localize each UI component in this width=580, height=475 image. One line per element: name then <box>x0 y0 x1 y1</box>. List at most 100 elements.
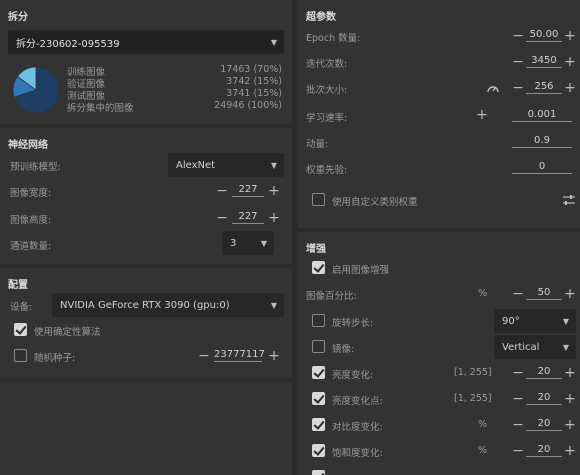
saturation-label: 饱和度变化: <box>332 448 383 459</box>
contrast-increment[interactable]: + <box>564 418 576 432</box>
brightness-point-increment[interactable]: + <box>564 392 576 406</box>
image-percent-label: 图像百分比: <box>306 291 357 302</box>
brightness-increment[interactable]: + <box>564 366 576 380</box>
momentum-label: 动量: <box>306 139 329 150</box>
image-height-input[interactable]: 227 <box>232 211 264 224</box>
iterations-label: 迭代次数: <box>306 59 348 70</box>
legend-value-val: 3742 (15%) <box>226 76 282 87</box>
speedometer-icon[interactable] <box>486 82 500 94</box>
image-percent-decrement[interactable]: − <box>512 287 524 301</box>
sliders-icon[interactable] <box>562 194 576 206</box>
image-percent-increment[interactable]: + <box>564 287 576 301</box>
split-panel-title: 拆分 <box>8 12 28 23</box>
epoch-input[interactable]: 50.00 <box>526 29 562 42</box>
random-seed-increment[interactable]: + <box>268 349 280 363</box>
image-width-increment[interactable]: + <box>268 184 280 198</box>
network-panel-title: 神经网络 <box>8 140 48 151</box>
brightness-point-checkbox[interactable] <box>312 392 325 405</box>
chevron-down-icon: ▼ <box>562 316 570 326</box>
batch-size-increment[interactable]: + <box>564 81 576 95</box>
brightness-input[interactable]: 20 <box>526 366 562 379</box>
custom-class-weight-checkbox[interactable] <box>312 193 325 206</box>
deterministic-checkbox[interactable] <box>14 323 27 336</box>
iterations-decrement[interactable]: − <box>512 55 524 69</box>
random-seed-decrement[interactable]: − <box>198 349 210 363</box>
pretrained-model-dropdown[interactable]: AlexNet ▼ <box>168 153 284 177</box>
epoch-label: Epoch 数量: <box>306 33 361 44</box>
rotation-checkbox[interactable] <box>312 314 325 327</box>
legend-value-total: 24946 (100%) <box>214 100 282 111</box>
weight-prior-label: 权重先验: <box>306 165 348 176</box>
saturation-decrement[interactable]: − <box>512 444 524 458</box>
custom-class-weight-label: 使用自定义类别权重 <box>332 197 418 208</box>
split-dropdown-value: 拆分-230602-095539 <box>16 38 120 50</box>
device-dropdown[interactable]: NVIDIA GeForce RTX 3090 (gpu:0) ▼ <box>52 293 284 317</box>
image-percent-unit: % <box>478 288 488 299</box>
hyperparameters-panel-title: 超参数 <box>306 12 336 23</box>
mirror-dropdown[interactable]: Vertical ▼ <box>494 335 576 359</box>
chevron-down-icon: ▼ <box>270 160 278 170</box>
contrast-decrement[interactable]: − <box>512 418 524 432</box>
momentum-input[interactable]: 0.9 <box>512 135 572 148</box>
deterministic-label: 使用确定性算法 <box>34 327 101 338</box>
batch-size-decrement[interactable]: − <box>512 81 524 95</box>
pretrained-model-value: AlexNet <box>176 159 216 171</box>
legend-label-total: 拆分集中的图像 <box>67 103 134 114</box>
config-panel-title: 配置 <box>8 280 28 291</box>
saturation-input[interactable]: 20 <box>526 444 562 457</box>
split-panel: 拆分 拆分-230602-095539 ▼ 训练图像 17463 (70%) 验… <box>0 0 292 124</box>
device-value: NVIDIA GeForce RTX 3090 (gpu:0) <box>60 299 230 311</box>
brightness-point-range: [1, 255] <box>454 393 492 404</box>
mirror-label: 镜像: <box>332 344 355 355</box>
learning-rate-add-icon[interactable]: + <box>476 108 488 122</box>
channels-label: 通道数量: <box>10 241 52 252</box>
image-width-decrement[interactable]: − <box>216 184 228 198</box>
left-empty-panel <box>0 382 292 475</box>
epoch-decrement[interactable]: − <box>512 29 524 43</box>
brightness-checkbox[interactable] <box>312 366 325 379</box>
network-panel: 神经网络 预训练模型: AlexNet ▼ 图像宽度: − 227 + 图像高度… <box>0 128 292 264</box>
image-height-label: 图像高度: <box>10 215 52 226</box>
random-seed-checkbox[interactable] <box>14 349 27 362</box>
mirror-checkbox[interactable] <box>312 340 325 353</box>
image-height-decrement[interactable]: − <box>216 211 228 225</box>
contrast-label: 对比度变化: <box>332 422 383 433</box>
brightness-point-label: 亮度变化点: <box>332 396 383 407</box>
brightness-point-input[interactable]: 20 <box>526 392 562 405</box>
chevron-down-icon: ▼ <box>562 342 570 352</box>
device-label: 设备: <box>10 302 33 313</box>
channels-value: 3 <box>230 237 237 249</box>
weight-prior-input[interactable]: 0 <box>512 161 572 174</box>
brightness-point-decrement[interactable]: − <box>512 392 524 406</box>
contrast-range: % <box>478 419 488 430</box>
learning-rate-label: 学习速率: <box>306 113 348 124</box>
image-width-input[interactable]: 227 <box>232 184 264 197</box>
pretrained-model-label: 预训练模型: <box>10 162 61 173</box>
image-percent-input[interactable]: 50 <box>526 287 562 300</box>
augmentation-panel-title: 增强 <box>306 244 326 255</box>
rotation-label: 旋转步长: <box>332 318 374 329</box>
enable-augmentation-checkbox[interactable] <box>312 261 325 274</box>
learning-rate-input[interactable]: 0.001 <box>512 109 572 122</box>
hyperparameters-panel: 超参数 Epoch 数量: − 50.00 + 迭代次数: − 3450 + 批… <box>298 0 580 228</box>
batch-size-label: 批次大小: <box>306 85 348 96</box>
image-height-increment[interactable]: + <box>268 211 280 225</box>
saturation-increment[interactable]: + <box>564 444 576 458</box>
brightness-label: 亮度变化: <box>332 370 374 381</box>
epoch-increment[interactable]: + <box>564 29 576 43</box>
saturation-checkbox[interactable] <box>312 444 325 457</box>
split-pie-chart <box>12 66 60 114</box>
split-dropdown[interactable]: 拆分-230602-095539 ▼ <box>8 30 284 54</box>
config-panel: 配置 设备: NVIDIA GeForce RTX 3090 (gpu:0) ▼… <box>0 268 292 378</box>
chevron-down-icon: ▼ <box>260 238 268 248</box>
rotation-dropdown[interactable]: 90° ▼ <box>494 309 576 333</box>
channels-dropdown[interactable]: 3 ▼ <box>222 231 274 255</box>
contrast-checkbox[interactable] <box>312 418 325 431</box>
batch-size-input[interactable]: 256 <box>526 81 562 94</box>
random-seed-input[interactable]: 23777117 <box>214 349 265 362</box>
contrast-input[interactable]: 20 <box>526 418 562 431</box>
brightness-decrement[interactable]: − <box>512 366 524 380</box>
iterations-input[interactable]: 3450 <box>526 55 562 68</box>
iterations-increment[interactable]: + <box>564 55 576 69</box>
next-row-checkbox[interactable] <box>312 470 325 475</box>
